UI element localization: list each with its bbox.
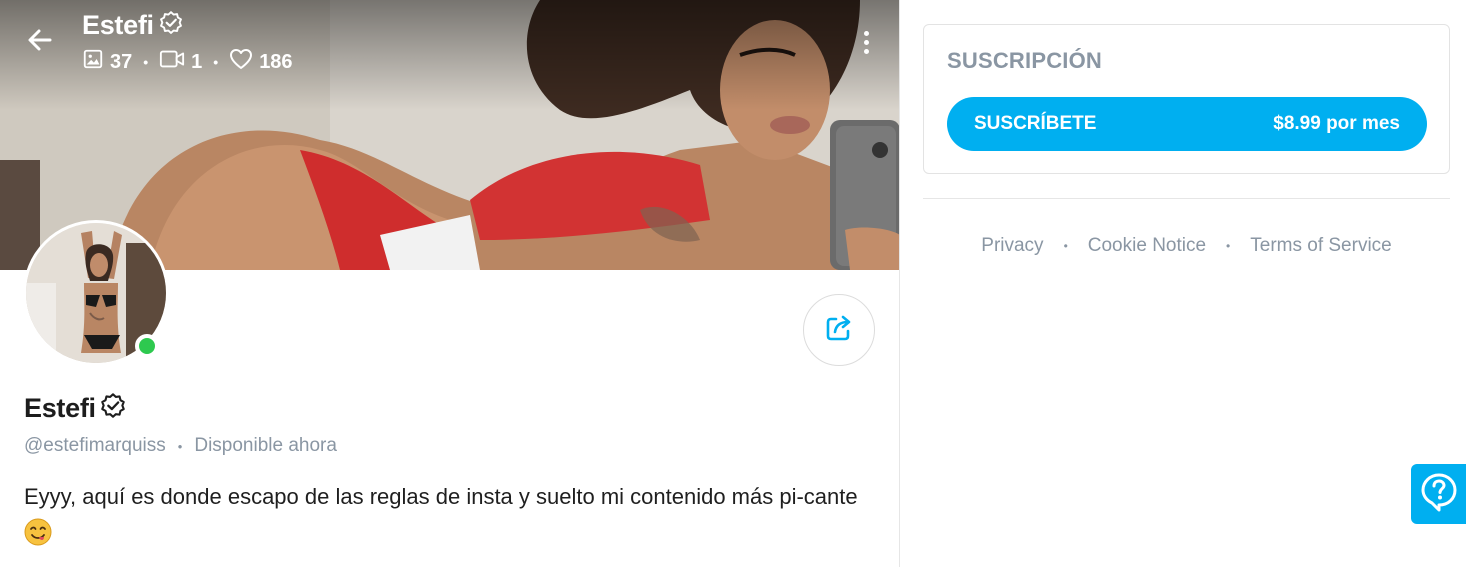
privacy-link[interactable]: Privacy <box>981 235 1043 257</box>
profile-name: Estefi <box>24 393 96 423</box>
videos-count: 1 <box>191 50 203 73</box>
back-arrow-icon <box>26 26 54 59</box>
profile-page: Estefi 37 • 1 • 186 Estefi @estefimarqui… <box>0 0 1466 567</box>
more-vertical-icon <box>863 30 869 36</box>
back-button[interactable] <box>18 22 62 62</box>
header-name-row: Estefi <box>82 10 293 41</box>
emoji-yum-icon <box>24 518 52 546</box>
share-button[interactable] <box>803 294 875 366</box>
help-icon <box>1420 472 1458 517</box>
profile-bio: Eyyy, aquí es donde escapo de las reglas… <box>24 479 874 551</box>
stat-separator: • <box>213 54 219 70</box>
subscription-card: SUSCRIPCIÓN SUSCRÍBETE $8.99 por mes <box>923 24 1450 174</box>
image-icon <box>82 48 104 76</box>
verified-badge-icon <box>99 392 127 425</box>
sidebar-divider <box>923 198 1450 199</box>
video-icon <box>159 48 185 76</box>
stat-separator: • <box>143 54 149 70</box>
header-info: Estefi 37 • 1 • 186 <box>82 10 293 76</box>
photos-stat: 37 <box>82 48 132 76</box>
photos-count: 37 <box>110 50 133 73</box>
profile-name-row: Estefi <box>24 392 127 425</box>
help-button[interactable] <box>1411 464 1466 524</box>
cookie-notice-link[interactable]: Cookie Notice <box>1088 235 1206 257</box>
likes-count: 186 <box>259 50 293 73</box>
footer-separator: • <box>1226 239 1231 253</box>
meta-separator: • <box>177 438 183 454</box>
profile-handle[interactable]: @estefimarquiss <box>24 435 166 457</box>
share-icon <box>823 312 855 349</box>
subscription-price: $8.99 por mes <box>1273 113 1400 134</box>
more-options-button[interactable] <box>852 24 880 60</box>
subscribe-button[interactable]: SUSCRÍBETE $8.99 por mes <box>947 97 1427 151</box>
availability-status: Disponible ahora <box>194 435 337 456</box>
online-status-indicator <box>135 334 159 358</box>
bio-text: Eyyy, aquí es donde escapo de las reglas… <box>24 484 858 509</box>
videos-stat: 1 <box>159 48 202 76</box>
terms-of-service-link[interactable]: Terms of Service <box>1250 235 1391 257</box>
header-stats: 37 • 1 • 186 <box>82 48 293 76</box>
header-name: Estefi <box>82 10 154 40</box>
verified-badge-icon <box>158 10 184 41</box>
footer-separator: • <box>1063 239 1068 253</box>
likes-stat: 186 <box>229 48 293 76</box>
subscription-title: SUSCRIPCIÓN <box>947 48 1102 73</box>
subscribe-button-label: SUSCRÍBETE <box>974 113 1097 134</box>
footer-links: Privacy • Cookie Notice • Terms of Servi… <box>923 235 1450 257</box>
profile-column: Estefi 37 • 1 • 186 Estefi @estefimarqui… <box>0 0 900 567</box>
heart-icon <box>229 48 253 76</box>
profile-meta: @estefimarquiss • Disponible ahora <box>24 435 337 457</box>
